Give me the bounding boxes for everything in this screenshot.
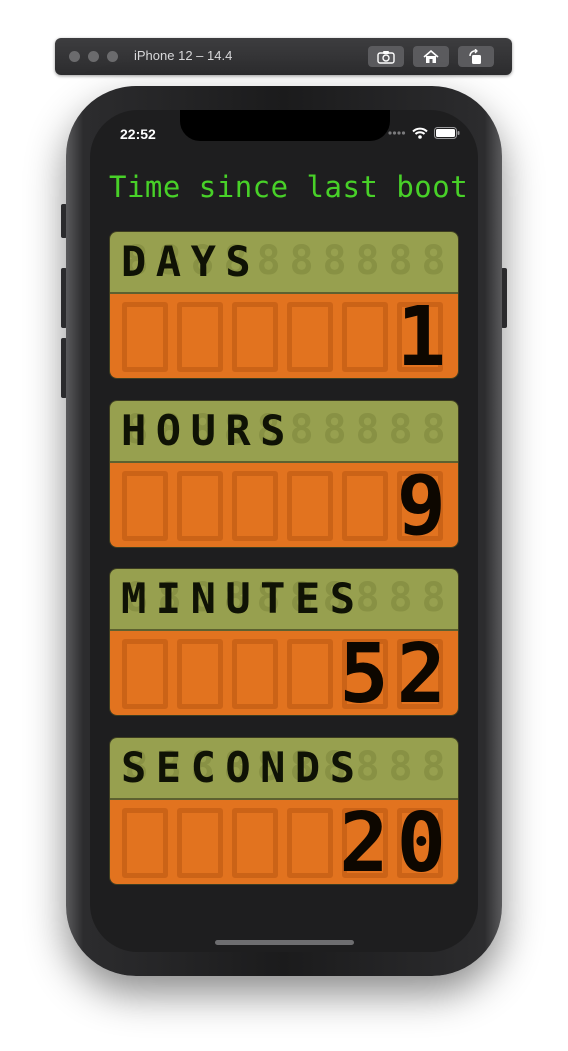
rotate-icon [469, 48, 481, 64]
days-value: 1 [396, 290, 454, 379]
home-icon [423, 49, 439, 63]
minimize-window-button[interactable] [88, 51, 99, 62]
seconds-panel: 8888888888 SECONDS 20 [109, 737, 459, 885]
close-window-button[interactable] [69, 51, 80, 62]
minutes-value: 52 [339, 627, 454, 716]
days-label-display: 8888888888 DAYS [110, 232, 458, 294]
value-ghost-segments [122, 302, 443, 372]
seconds-label: SECONDS [121, 743, 365, 792]
minutes-panel: 8888888888 MINUTES 52 [109, 568, 459, 716]
wifi-icon [412, 127, 428, 139]
value-ghost-segments [122, 471, 443, 541]
battery-icon [434, 127, 460, 139]
zoom-window-button[interactable] [107, 51, 118, 62]
hours-label-display: 8888888888 HOURS [110, 401, 458, 463]
status-icons [388, 127, 460, 139]
simulator-title: iPhone 12 – 14.4 [134, 48, 233, 63]
home-button[interactable] [413, 46, 449, 67]
seconds-label-display: 8888888888 SECONDS [110, 738, 458, 800]
screenshot-button[interactable] [368, 46, 404, 67]
seconds-value-display: 20 [110, 796, 458, 885]
notch [180, 110, 390, 141]
camera-icon [377, 50, 395, 64]
days-label: DAYS [121, 237, 261, 286]
seconds-value: 20 [339, 796, 454, 885]
days-value-display: 1 [110, 290, 458, 379]
status-time: 22:52 [120, 126, 156, 142]
signal-dots-icon [388, 131, 406, 135]
phone-screen: 22:52 Time since last boot 8888888888 DA… [90, 110, 478, 952]
minutes-value-display: 52 [110, 627, 458, 716]
hours-value: 9 [396, 459, 454, 548]
hours-panel: 8888888888 HOURS 9 [109, 400, 459, 548]
hours-label: HOURS [121, 406, 295, 455]
page-title: Time since last boot [109, 170, 469, 204]
hours-value-display: 9 [110, 459, 458, 548]
days-panel: 8888888888 DAYS 1 [109, 231, 459, 379]
minutes-label-display: 8888888888 MINUTES [110, 569, 458, 631]
rotate-button[interactable] [458, 46, 494, 67]
home-indicator[interactable] [215, 940, 354, 945]
simulator-toolbar: iPhone 12 – 14.4 [55, 38, 512, 75]
minutes-label: MINUTES [121, 574, 365, 623]
